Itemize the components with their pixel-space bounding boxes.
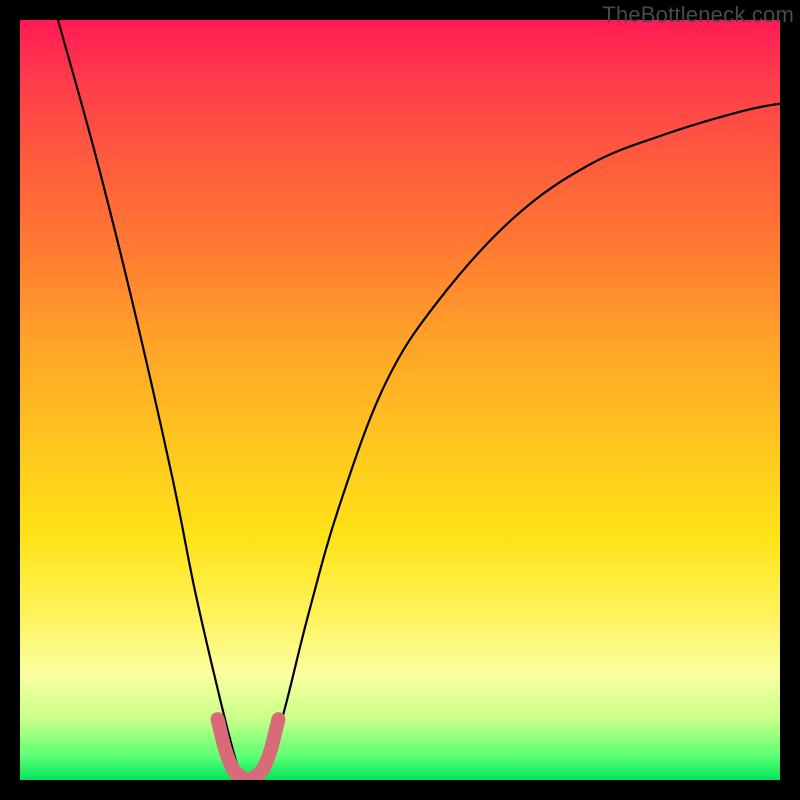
main-curve-line	[58, 20, 780, 780]
watermark-text: TheBottleneck.com	[602, 2, 794, 28]
pink-valley-segment	[218, 719, 279, 780]
chart-svg	[20, 20, 780, 780]
